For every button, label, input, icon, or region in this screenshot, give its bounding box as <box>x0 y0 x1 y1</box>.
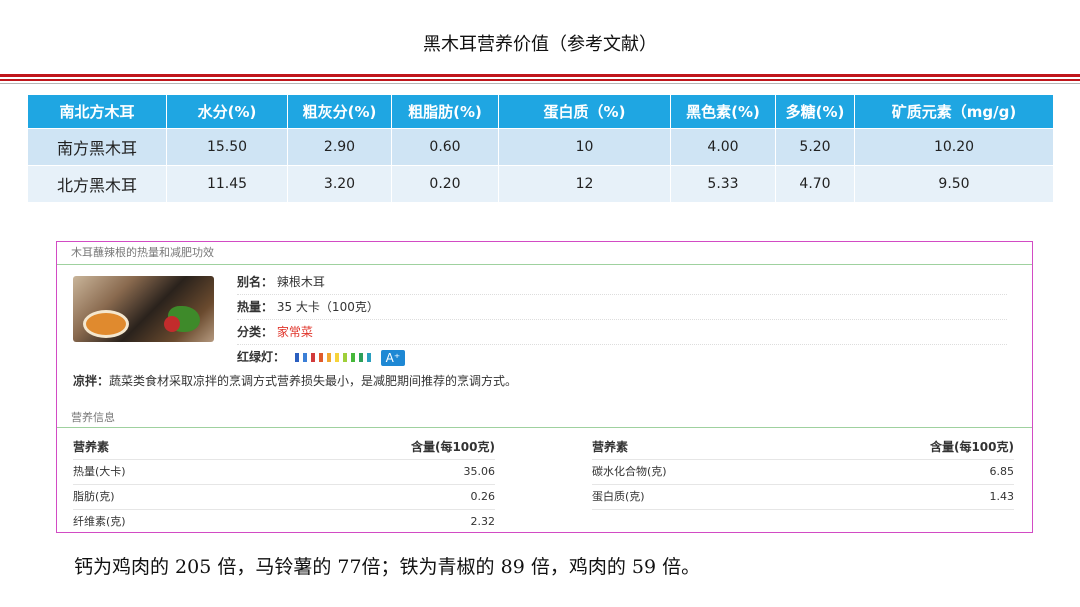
alias-row: 别名： 辣根木耳 <box>237 270 1007 295</box>
table-row: 北方黑木耳 11.45 3.20 0.20 12 5.33 4.70 9.50 <box>27 165 1054 203</box>
traffic-light-segment <box>302 352 307 362</box>
calorie-info-panel: 木耳蘸辣根的热量和减肥功效 别名： 辣根木耳 热量： 35 大卡（100克） 分… <box>56 241 1033 533</box>
nutrient-value: 2.32 <box>470 515 496 528</box>
nutrient-header: 营养素 <box>73 440 110 454</box>
table-cell: 10.20 <box>854 128 1054 166</box>
nutrient-name: 蛋白质(克) <box>592 490 645 503</box>
nutrient-name: 碳水化合物(克) <box>592 465 667 478</box>
table-cell: 4.00 <box>670 128 776 166</box>
nutrition-table-left: 营养素 含量(每100克) 热量(大卡) 35.06 脂肪(克) 0.26 纤维… <box>73 435 495 535</box>
nutrition-table: 南北方木耳 水分(%) 粗灰分(%) 粗脂肪(%) 蛋白质（%) 黑色素(%) … <box>27 94 1054 203</box>
nutrition-row: 纤维素(克) 2.32 <box>73 510 495 534</box>
calorie-label: 热量： <box>237 300 274 314</box>
title-rule-top <box>0 74 1080 77</box>
table-cell: 5.20 <box>775 128 855 166</box>
table-cell: 0.60 <box>391 128 499 166</box>
title-rule-middle <box>0 79 1080 81</box>
traffic-light-segment <box>358 352 363 362</box>
nutrition-header-row: 营养素 含量(每100克) <box>592 435 1014 460</box>
traffic-light-segment <box>366 352 371 362</box>
cooking-description: 凉拌：蔬菜类食材采取凉拌的烹调方式营养损失最小，是减肥期间推荐的烹调方式。 <box>73 372 517 389</box>
table-cell: 3.20 <box>287 165 392 203</box>
nutrient-value: 6.85 <box>989 465 1015 478</box>
column-header: 粗灰分(%) <box>287 94 392 129</box>
traffic-light-segment <box>318 352 323 362</box>
table-cell: 2.90 <box>287 128 392 166</box>
traffic-light-label: 红绿灯： <box>237 350 286 364</box>
alias-value: 辣根木耳 <box>276 275 325 289</box>
mineral-comparison-text: 钙为鸡肉的 205 倍，马铃薯的 77倍；铁为青椒的 89 倍，鸡肉的 59 倍… <box>74 556 701 578</box>
table-cell: 15.50 <box>166 128 288 166</box>
nutrient-value: 35.06 <box>463 465 496 478</box>
nutrition-section-title: 营养信息 <box>57 408 1032 428</box>
column-header: 南北方木耳 <box>27 94 167 129</box>
cooking-method-text: 蔬菜类食材采取凉拌的烹调方式营养损失最小，是减肥期间推荐的烹调方式。 <box>109 374 518 388</box>
traffic-light-segment <box>334 352 339 362</box>
nutrient-header: 营养素 <box>592 440 629 454</box>
table-cell: 南方黑木耳 <box>27 128 167 166</box>
nutrition-table-right: 营养素 含量(每100克) 碳水化合物(克) 6.85 蛋白质(克) 1.43 <box>592 435 1014 510</box>
traffic-light-row: 红绿灯： A⁺ <box>237 345 1007 369</box>
panel-title: 木耳蘸辣根的热量和减肥功效 <box>57 242 1032 265</box>
category-row: 分类： 家常菜 <box>237 320 1007 345</box>
food-photo <box>73 276 214 342</box>
slide-title: 黑木耳营养价值（参考文献） <box>423 34 657 55</box>
table-cell: 4.70 <box>775 165 855 203</box>
column-header: 黑色素(%) <box>670 94 776 129</box>
nutrition-header-row: 营养素 含量(每100克) <box>73 435 495 460</box>
table-cell: 5.33 <box>670 165 776 203</box>
traffic-light-segment <box>350 352 355 362</box>
table-header-row: 南北方木耳 水分(%) 粗灰分(%) 粗脂肪(%) 蛋白质（%) 黑色素(%) … <box>27 94 1054 129</box>
table-cell: 10 <box>498 128 671 166</box>
traffic-light-segment <box>326 352 331 362</box>
alias-label: 别名： <box>237 275 274 289</box>
column-header: 矿质元素（mg/g) <box>854 94 1054 129</box>
table-cell: 12 <box>498 165 671 203</box>
traffic-light-bar <box>294 346 375 370</box>
column-header: 多糖(%) <box>775 94 855 129</box>
traffic-light-segment <box>310 352 315 362</box>
amount-header: 含量(每100克) <box>929 440 1014 454</box>
table-cell: 北方黑木耳 <box>27 165 167 203</box>
nutrient-value: 0.26 <box>470 490 496 503</box>
traffic-light-segment <box>294 352 299 362</box>
traffic-light-segment <box>342 352 347 362</box>
cooking-method-label: 凉拌： <box>73 374 110 388</box>
tomato-garnish <box>164 316 180 332</box>
calorie-row: 热量： 35 大卡（100克） <box>237 295 1007 320</box>
nutrient-name: 脂肪(克) <box>73 490 115 503</box>
column-header: 蛋白质（%) <box>498 94 671 129</box>
grade-badge: A⁺ <box>380 349 406 366</box>
table-cell: 9.50 <box>854 165 1054 203</box>
nutrition-row: 蛋白质(克) 1.43 <box>592 485 1014 510</box>
calorie-value: 35 大卡（100克） <box>276 300 379 314</box>
egg-slice <box>83 310 129 338</box>
nutrition-row: 热量(大卡) 35.06 <box>73 460 495 485</box>
nutrient-name: 热量(大卡) <box>73 465 126 478</box>
nutrition-row: 碳水化合物(克) 6.85 <box>592 460 1014 485</box>
category-link[interactable]: 家常菜 <box>277 325 313 339</box>
title-rule-bottom <box>0 83 1080 84</box>
column-header: 粗脂肪(%) <box>391 94 499 129</box>
table-cell: 11.45 <box>166 165 288 203</box>
amount-header: 含量(每100克) <box>410 440 495 454</box>
table-row: 南方黑木耳 15.50 2.90 0.60 10 4.00 5.20 10.20 <box>27 128 1054 166</box>
nutrient-name: 纤维素(克) <box>73 515 126 528</box>
nutrient-value: 1.43 <box>989 490 1015 503</box>
column-header: 水分(%) <box>166 94 288 129</box>
table-cell: 0.20 <box>391 165 499 203</box>
category-label: 分类： <box>237 325 274 339</box>
nutrition-row: 脂肪(克) 0.26 <box>73 485 495 510</box>
